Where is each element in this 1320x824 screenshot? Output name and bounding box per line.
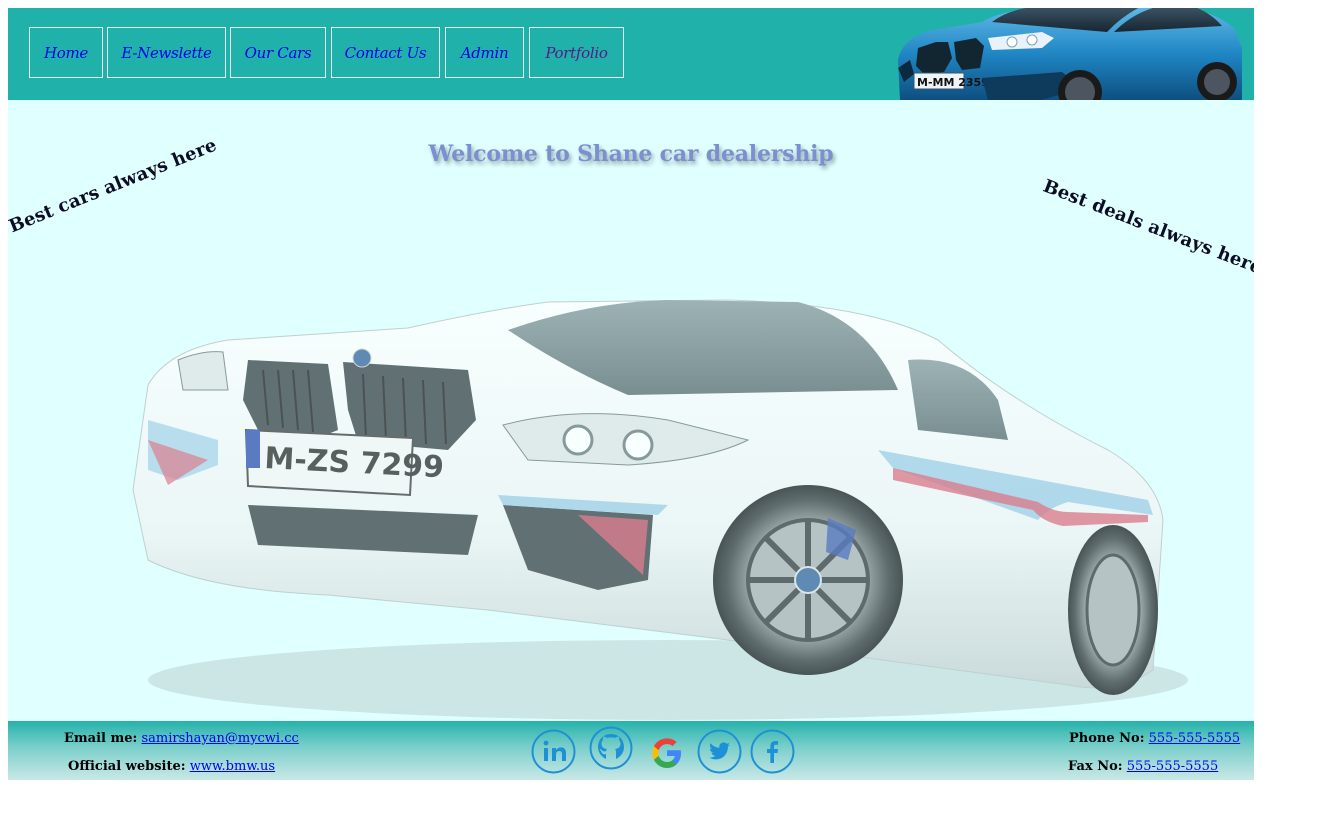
nav-admin-link[interactable]: Admin [445,27,524,78]
page: Home E-Newslette Our Cars Contact Us Adm… [8,8,1254,780]
fax-label: Fax No: [1068,759,1123,774]
website-link[interactable]: www.bmw.us [190,759,275,774]
email-row: Email me: samirshayan@mycwi.cc [64,731,299,746]
header-car-image: M-MM 2359 [898,8,1242,100]
svg-text:M-MM 2359: M-MM 2359 [917,76,989,89]
nav-newsletter-link[interactable]: E-Newslette [107,27,226,78]
twitter-icon[interactable] [697,729,742,774]
footer: Email me: samirshayan@mycwi.cc Official … [8,721,1254,780]
phone-row: Phone No: 555-555-5555 [1069,731,1240,746]
github-icon[interactable] [589,726,633,770]
nav-home-link[interactable]: Home [29,27,103,78]
header-bar: Home E-Newslette Our Cars Contact Us Adm… [8,8,1254,100]
fax-row: Fax No: 555-555-5555 [1068,759,1218,774]
facebook-icon[interactable] [750,729,795,774]
email-link[interactable]: samirshayan@mycwi.cc [141,731,298,746]
email-label: Email me: [64,731,138,746]
phone-link[interactable]: 555-555-5555 [1149,731,1241,746]
website-label: Official website: [68,759,186,774]
tagline-right: Best deals always here [1040,175,1254,279]
google-icon[interactable] [649,735,685,771]
hero-section: M-ZS 7299 Welcome to Shane car dealershi… [8,100,1254,721]
website-row: Official website: www.bmw.us [68,759,275,774]
nav-contact-link[interactable]: Contact Us [331,27,440,78]
fax-link[interactable]: 555-555-5555 [1127,759,1219,774]
phone-label: Phone No: [1069,731,1145,746]
nav-our-cars-link[interactable]: Our Cars [230,27,326,78]
hero-car-image: M-ZS 7299 [132,299,1188,720]
linkedin-icon[interactable] [531,729,576,774]
nav-portfolio-link[interactable]: Portfolio [529,27,624,78]
